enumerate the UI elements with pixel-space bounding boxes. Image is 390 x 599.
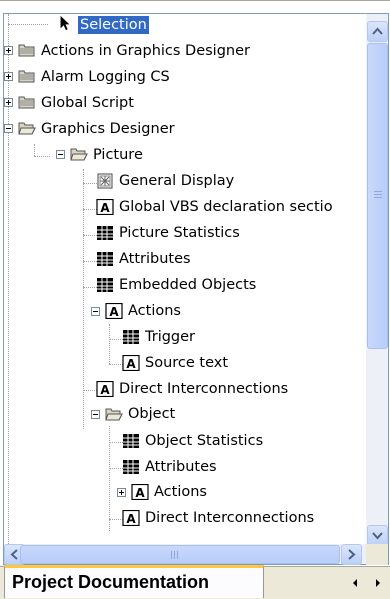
tree-item-label: Trigger [145, 329, 196, 345]
tree-item-label: Actions in Graphics Designer [41, 43, 250, 59]
thumb-grip [171, 551, 172, 559]
tab-next-icon[interactable] [372, 576, 384, 590]
tree-item-label: Object Statistics [145, 433, 264, 449]
tree-item-label: Graphics Designer [41, 121, 175, 137]
tree-item-label: Direct Interconnections [119, 381, 289, 397]
expand-toggle[interactable] [4, 46, 13, 55]
text-a-icon: A [105, 303, 123, 319]
tree-item-label: Attributes [119, 251, 191, 267]
tree-line-gd [34, 144, 35, 156]
scroll-down-button[interactable] [367, 525, 388, 546]
project-documentation-window: Selection Actions in Graphics Designer A… [0, 0, 390, 599]
tree-item-label: Object [128, 406, 176, 422]
table-icon [123, 330, 139, 344]
tree-item-label: Direct Interconnections [145, 510, 315, 526]
arrow-right-icon [348, 549, 356, 560]
svg-text:A: A [135, 486, 145, 500]
collapse-toggle[interactable] [91, 307, 100, 316]
thumb-grip [374, 197, 382, 198]
tree-item-label: Actions [128, 303, 181, 319]
folder-icon [18, 70, 35, 83]
tree-item-label: Actions [154, 484, 207, 500]
arrow-down-icon [372, 532, 383, 540]
scroll-up-button[interactable] [367, 21, 388, 42]
tree-view[interactable]: Selection Actions in Graphics Designer A… [3, 13, 389, 565]
vertical-scroll-thumb[interactable] [367, 43, 388, 349]
table-icon [97, 226, 113, 240]
table-icon [123, 434, 139, 448]
tree-item-label: Global Script [41, 95, 134, 111]
tree-item-label: Picture Statistics [119, 225, 240, 241]
tree-item-label: Selection [78, 16, 149, 34]
tree-line-root-cont [8, 144, 9, 554]
tree-item-label: Attributes [145, 459, 217, 475]
tree-item-label: Embedded Objects [119, 277, 257, 293]
svg-text:A: A [126, 357, 136, 371]
tab-prev-icon[interactable] [349, 576, 361, 590]
expand-toggle[interactable] [4, 98, 13, 107]
svg-text:A: A [126, 512, 136, 526]
text-a-icon: A [131, 484, 149, 500]
open-folder-icon [70, 148, 88, 161]
table-icon [123, 460, 139, 474]
tree-item-label: Picture [93, 147, 143, 163]
thumb-grip [174, 551, 175, 559]
tree-line [34, 156, 50, 157]
open-folder-icon [18, 122, 36, 135]
arrow-up-icon [372, 27, 383, 35]
tree-item-label: General Display [119, 173, 235, 189]
svg-text:A: A [109, 305, 119, 319]
scrollbar-corner [366, 544, 388, 565]
thumb-grip [374, 194, 382, 195]
text-a-icon: A [96, 199, 114, 215]
tree-line [8, 24, 48, 25]
table-icon [97, 252, 113, 266]
folder-icon [18, 44, 35, 57]
folder-icon [18, 96, 35, 109]
svg-text:A: A [100, 201, 110, 215]
tree-item-label: Alarm Logging CS [41, 69, 170, 85]
general-display-icon [97, 173, 113, 189]
text-a-icon: A [96, 381, 114, 397]
expand-toggle[interactable] [4, 72, 13, 81]
text-a-icon: A [122, 510, 140, 526]
text-a-icon: A [122, 355, 140, 371]
table-icon [97, 278, 113, 292]
tree-item-label: Source text [145, 355, 229, 371]
cursor-arrow-icon [60, 15, 70, 31]
collapse-toggle[interactable] [91, 410, 100, 419]
svg-text:A: A [100, 383, 110, 397]
tree-item-label: Global VBS declaration sectio [119, 199, 333, 215]
scroll-right-button[interactable] [341, 544, 362, 565]
thumb-grip [374, 191, 382, 192]
open-folder-icon [105, 408, 123, 421]
collapse-toggle[interactable] [4, 124, 13, 133]
horizontal-scroll-thumb[interactable] [20, 545, 340, 564]
thumb-grip [177, 551, 178, 559]
tab-label: Project Documentation [12, 572, 210, 592]
top-divider [0, 0, 390, 1]
tree-line-actions [109, 324, 110, 364]
expand-toggle[interactable] [117, 488, 126, 497]
collapse-toggle[interactable] [56, 150, 65, 159]
